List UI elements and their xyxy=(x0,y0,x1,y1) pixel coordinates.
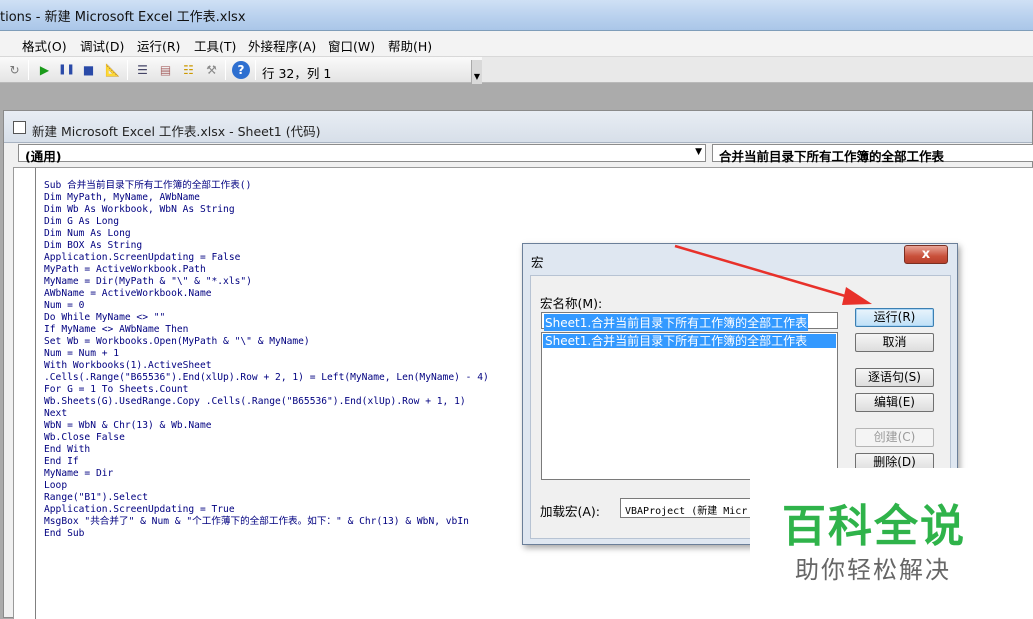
code-window-title: 新建 Microsoft Excel 工作表.xlsx - Sheet1 (代码… xyxy=(32,124,321,139)
close-button[interactable]: x xyxy=(904,245,948,264)
object-combo[interactable]: (通用) ▼ xyxy=(18,144,706,164)
menu-tools[interactable]: 工具(T) xyxy=(194,36,236,55)
menu-bar: ) 格式(O) 调试(D) 运行(R) 工具(T) 外接程序(A) 窗口(W) … xyxy=(0,31,1033,57)
dialog-title: 宏 xyxy=(531,255,544,270)
code-line: End With xyxy=(44,444,91,455)
toolbar-separator xyxy=(255,60,256,80)
macro-name-value: Sheet1.合并当前目录下所有工作簿的全部工作表 xyxy=(544,314,809,331)
code-line: WbN = WbN & Chr(13) & Wb.Name xyxy=(44,420,212,431)
menu-debug[interactable]: 调试(D) xyxy=(80,36,124,55)
menu-format[interactable]: 格式(O) xyxy=(22,36,67,55)
standard-toolbar: ↻ ▶ ❚❚ ■ 📐 ☰ ▤ ☷ ⚒ ? 行 32，列 1 xyxy=(0,57,482,83)
code-line: Set Wb = Workbooks.Open(MyPath & "\" & M… xyxy=(44,336,310,347)
menu-edge-fragment: ) xyxy=(0,36,1,51)
redo-icon[interactable]: ↻ xyxy=(6,61,23,78)
help-icon[interactable]: ? xyxy=(232,61,250,79)
code-line: Dim Num As Long xyxy=(44,228,131,239)
code-line: For G = 1 To Sheets.Count xyxy=(44,384,189,395)
code-line: Range("B1").Select xyxy=(44,492,148,503)
menu-addins[interactable]: 外接程序(A) xyxy=(248,36,316,55)
code-line: MyName = Dir(MyPath & "\" & "*.xls") xyxy=(44,276,252,287)
code-line: Wb.Close False xyxy=(44,432,125,443)
chevron-down-icon[interactable]: ▼ xyxy=(695,147,702,157)
code-line: MyPath = ActiveWorkbook.Path xyxy=(44,264,206,275)
code-line: .Cells(.Range("B65536").End(xlUp).Row + … xyxy=(44,372,489,383)
object-combo-value: (通用) xyxy=(25,149,62,164)
code-line: Loop xyxy=(44,480,68,491)
macro-name-input[interactable]: Sheet1.合并当前目录下所有工作簿的全部工作表 xyxy=(541,312,838,331)
code-line: Num = Num + 1 xyxy=(44,348,120,359)
properties-icon[interactable]: ▤ xyxy=(157,61,174,78)
cancel-button[interactable]: 取消 xyxy=(855,333,934,352)
code-line: End Sub xyxy=(44,528,85,539)
code-line: MsgBox "共合并了" & Num & "个工作薄下的全部工作表。如下：" … xyxy=(44,516,469,527)
title-bar: tions - 新建 Microsoft Excel 工作表.xlsx xyxy=(0,0,1033,31)
code-line: Wb.Sheets(G).UsedRange.Copy .Cells(.Rang… xyxy=(44,396,466,407)
toolbar-separator xyxy=(225,60,226,80)
code-line: Application.ScreenUpdating = False xyxy=(44,252,241,263)
pause-icon[interactable]: ❚❚ xyxy=(58,61,75,78)
toolbar-empty-area xyxy=(482,57,1033,83)
toolbar-separator xyxy=(127,60,128,80)
code-line: With Workbooks(1).ActiveSheet xyxy=(44,360,212,371)
window-title: tions - 新建 Microsoft Excel 工作表.xlsx xyxy=(0,10,246,25)
step-into-button[interactable]: 逐语句(S) xyxy=(855,368,934,387)
object-browser-icon[interactable]: ☷ xyxy=(180,61,197,78)
code-lines: Sub 合并当前目录下所有工作簿的全部工作表() Dim MyPath, MyNa… xyxy=(44,180,489,540)
design-mode-icon[interactable]: 📐 xyxy=(104,61,121,78)
watermark: 百科全说 助你轻松解决 xyxy=(750,468,1033,618)
code-line: Dim BOX As String xyxy=(44,240,143,251)
code-line: Dim MyPath, MyName, AWbName xyxy=(44,192,200,203)
macro-name-label: 宏名称(M): xyxy=(540,296,603,311)
menu-help[interactable]: 帮助(H) xyxy=(388,36,432,55)
cursor-position: 行 32，列 1 xyxy=(262,66,332,81)
code-window-icon xyxy=(13,121,26,134)
list-item[interactable]: Sheet1.合并当前目录下所有工作簿的全部工作表 xyxy=(543,334,836,348)
toolbox-icon[interactable]: ⚒ xyxy=(203,61,220,78)
code-line: Dim G As Long xyxy=(44,216,120,227)
procedure-combo[interactable]: 合并当前目录下所有工作簿的全部工作表 xyxy=(712,144,1033,164)
code-line: End If xyxy=(44,456,79,467)
reset-icon[interactable]: ■ xyxy=(80,61,97,78)
code-line: Dim Wb As Workbook, WbN As String xyxy=(44,204,235,215)
create-button[interactable]: 创建(C) xyxy=(855,428,934,447)
toolbar-separator xyxy=(28,60,29,80)
code-line: AWbName = ActiveWorkbook.Name xyxy=(44,288,212,299)
code-line: Application.ScreenUpdating = True xyxy=(44,504,235,515)
procedure-combo-value: 合并当前目录下所有工作簿的全部工作表 xyxy=(719,149,945,164)
code-line: Next xyxy=(44,408,68,419)
code-line: Sub 合并当前目录下所有工作簿的全部工作表() xyxy=(44,180,252,191)
macro-list[interactable]: Sheet1.合并当前目录下所有工作簿的全部工作表 xyxy=(541,332,838,480)
edit-button[interactable]: 编辑(E) xyxy=(855,393,934,412)
toolbar-overflow-icon[interactable]: ▼ xyxy=(471,60,482,84)
run-icon[interactable]: ▶ xyxy=(36,61,53,78)
macros-in-label: 加载宏(A): xyxy=(540,504,601,519)
menu-window[interactable]: 窗口(W) xyxy=(328,36,375,55)
code-line: MyName = Dir xyxy=(44,468,114,479)
code-line: Do While MyName <> "" xyxy=(44,312,166,323)
code-line: If MyName <> AWbName Then xyxy=(44,324,189,335)
run-button[interactable]: 运行(R) xyxy=(855,308,934,327)
margin-indicator-bar[interactable] xyxy=(14,168,36,619)
code-window-titlebar: 新建 Microsoft Excel 工作表.xlsx - Sheet1 (代码… xyxy=(4,111,1032,143)
code-line: Num = 0 xyxy=(44,300,85,311)
project-explorer-icon[interactable]: ☰ xyxy=(134,61,151,78)
watermark-logo-text: 百科全说 xyxy=(782,501,966,552)
menu-run[interactable]: 运行(R) xyxy=(137,36,180,55)
watermark-slogan: 助你轻松解决 xyxy=(795,556,951,584)
macros-in-select[interactable]: VBAProject (新建 Micr xyxy=(620,498,760,518)
